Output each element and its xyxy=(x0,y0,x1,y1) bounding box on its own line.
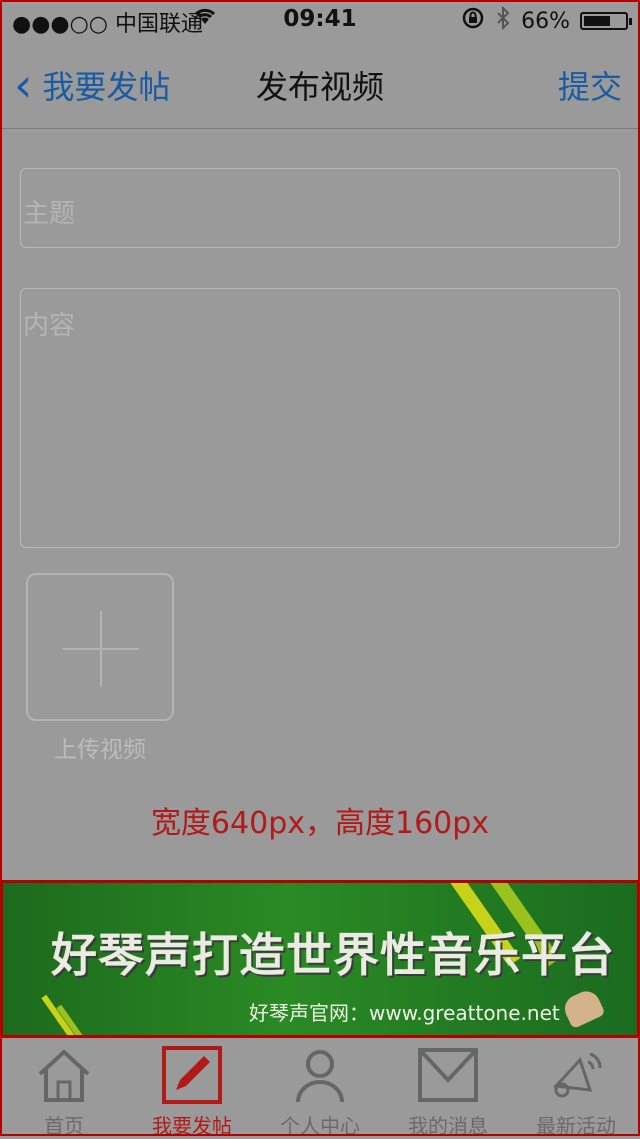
chevron-left-icon: ‹ xyxy=(14,58,33,112)
promo-banner[interactable]: 好琴声打造世界性音乐平台 好琴声官网：www.greattone.net xyxy=(0,880,640,1038)
banner-headline: 好琴声打造世界性音乐平台 xyxy=(51,928,615,982)
pointing-hand-icon xyxy=(560,986,606,1030)
tab-messages-label: 我的消息 xyxy=(408,1114,488,1138)
upload-video-button[interactable] xyxy=(26,573,174,721)
navigation-bar: ‹ 我要发帖 发布视频 提交 xyxy=(0,42,640,129)
tab-post[interactable]: 我要发帖 xyxy=(128,1038,256,1138)
tab-bar: 首页 我要发帖 个人中心 我的消息 最新活动 xyxy=(0,1038,640,1138)
status-bar: ●●●○○ 中国联通 09:41 66% xyxy=(0,0,640,42)
size-note: 宽度640px，高度160px xyxy=(150,806,490,841)
edit-icon xyxy=(162,1046,222,1104)
mail-icon xyxy=(418,1046,478,1104)
user-icon xyxy=(290,1046,350,1104)
banner-site: 好琴声官网：www.greattone.net xyxy=(249,1001,560,1025)
battery-icon xyxy=(580,12,632,30)
tab-events-label: 最新活动 xyxy=(536,1114,616,1138)
tab-events[interactable]: 最新活动 xyxy=(512,1038,640,1138)
page-title: 发布视频 xyxy=(255,68,384,106)
submit-button[interactable]: 提交 xyxy=(558,62,622,108)
megaphone-icon xyxy=(546,1046,606,1104)
tab-profile-label: 个人中心 xyxy=(280,1114,360,1138)
subject-input[interactable]: 主题 xyxy=(20,168,620,248)
bluetooth-icon xyxy=(495,5,511,36)
home-icon xyxy=(34,1046,94,1104)
upload-video-label: 上传视频 xyxy=(54,737,146,763)
tab-messages[interactable]: 我的消息 xyxy=(384,1038,512,1138)
content-placeholder: 内容 xyxy=(23,311,76,341)
tab-home[interactable]: 首页 xyxy=(0,1038,128,1138)
rotation-lock-icon xyxy=(461,6,485,36)
tab-profile[interactable]: 个人中心 xyxy=(256,1038,384,1138)
content-textarea[interactable]: 内容 xyxy=(20,288,620,548)
subject-placeholder: 主题 xyxy=(23,199,76,229)
back-button[interactable]: ‹ 我要发帖 xyxy=(14,62,170,108)
tab-home-label: 首页 xyxy=(44,1114,84,1138)
battery-percent: 66% xyxy=(521,8,570,34)
back-button-label: 我要发帖 xyxy=(42,68,171,106)
tab-post-label: 我要发帖 xyxy=(152,1114,232,1138)
